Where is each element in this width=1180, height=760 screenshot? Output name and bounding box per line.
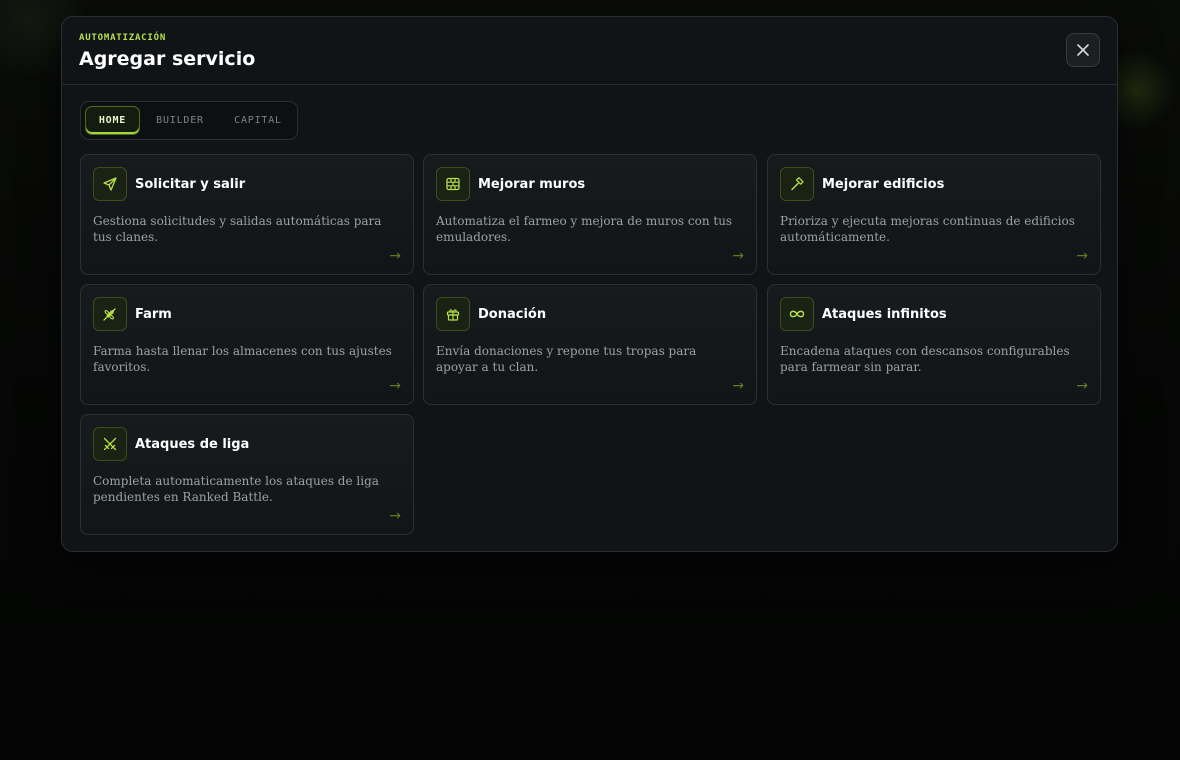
tab-home[interactable]: HOME [85, 106, 140, 135]
service-description: Gestiona solicitudes y salidas automátic… [93, 214, 382, 244]
modal-header: AUTOMATIZACIÓN Agregar servicio [62, 17, 1117, 85]
service-description: Completa automaticamente los ataques de … [93, 474, 379, 504]
service-description: Envía donaciones y repone tus tropas par… [436, 344, 697, 374]
service-card-donacion[interactable]: Donación Envía donaciones y repone tus t… [423, 284, 757, 405]
add-service-modal: AUTOMATIZACIÓN Agregar servicio HOME BUI… [61, 16, 1118, 552]
close-icon [1077, 44, 1089, 56]
hammer-icon [780, 167, 814, 201]
close-button[interactable] [1066, 33, 1100, 67]
service-card-farm[interactable]: Farm Farma hasta llenar los almacenes co… [80, 284, 414, 405]
service-card-mejorar-edificios[interactable]: Mejorar edificios Prioriza y ejecuta mej… [767, 154, 1101, 275]
tab-capital[interactable]: CAPITAL [223, 106, 293, 135]
category-tabs: HOME BUILDER CAPITAL [80, 101, 298, 140]
modal-eyebrow: AUTOMATIZACIÓN [79, 33, 167, 43]
service-description: Farma hasta llenar los almacenes con tus… [93, 344, 392, 374]
gift-icon [436, 297, 470, 331]
service-title: Solicitar y salir [135, 177, 246, 192]
swords-icon [93, 427, 127, 461]
service-title: Farm [135, 307, 172, 322]
wheat-icon [93, 297, 127, 331]
service-card-ataques-infinitos[interactable]: Ataques infinitos Encadena ataques con d… [767, 284, 1101, 405]
service-title: Mejorar edificios [822, 177, 945, 192]
brick-wall-icon [436, 167, 470, 201]
service-description: Prioriza y ejecuta mejoras continuas de … [780, 214, 1075, 244]
arrow-right-icon: → [732, 248, 744, 264]
arrow-right-icon: → [1076, 248, 1088, 264]
send-icon [93, 167, 127, 201]
service-description: Automatiza el farmeo y mejora de muros c… [436, 214, 733, 244]
service-title: Mejorar muros [478, 177, 586, 192]
service-description: Encadena ataques con descansos configura… [780, 344, 1070, 374]
arrow-right-icon: → [1076, 378, 1088, 394]
service-card-solicitar-salir[interactable]: Solicitar y salir Gestiona solicitudes y… [80, 154, 414, 275]
service-title: Donación [478, 307, 547, 322]
arrow-right-icon: → [389, 248, 401, 264]
infinity-icon [780, 297, 814, 331]
modal-title: Agregar servicio [79, 48, 256, 70]
service-title: Ataques infinitos [822, 307, 947, 322]
arrow-right-icon: → [389, 378, 401, 394]
arrow-right-icon: → [389, 508, 401, 524]
tab-builder[interactable]: BUILDER [146, 106, 214, 135]
service-card-mejorar-muros[interactable]: Mejorar muros Automatiza el farmeo y mej… [423, 154, 757, 275]
arrow-right-icon: → [732, 378, 744, 394]
service-title: Ataques de liga [135, 437, 250, 452]
service-card-ataques-liga[interactable]: Ataques de liga Completa automaticamente… [80, 414, 414, 535]
